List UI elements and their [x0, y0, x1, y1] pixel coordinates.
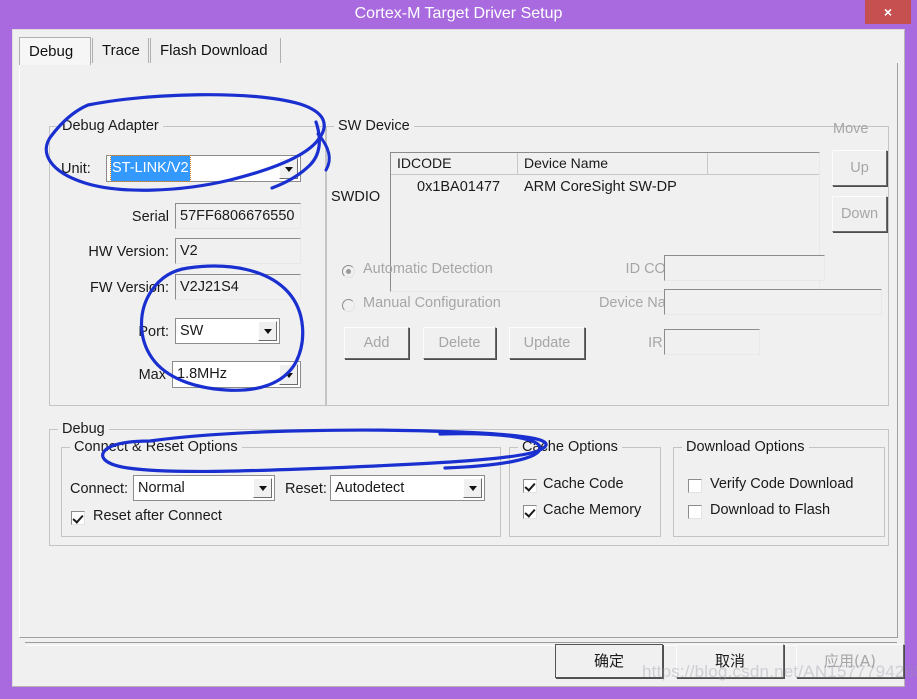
device-name-field[interactable]	[664, 289, 882, 315]
chevron-down-icon[interactable]	[463, 478, 482, 498]
serial-label: Serial	[131, 209, 169, 225]
column-header-idcode[interactable]: IDCODE	[391, 153, 518, 174]
chevron-down-icon[interactable]	[279, 158, 298, 179]
reset-after-connect-checkbox[interactable]	[71, 511, 85, 525]
verify-code-download-checkbox[interactable]	[688, 479, 702, 493]
tab-debug[interactable]: Debug	[19, 37, 91, 65]
dialog-body: Debug Trace Flash Download Debug Adapter…	[12, 29, 905, 687]
download-to-flash-checkbox[interactable]	[688, 505, 702, 519]
fw-version-field: V2J21S4	[175, 274, 301, 300]
close-icon[interactable]: ×	[865, 0, 911, 24]
reset-after-connect-label: Reset after Connect	[93, 508, 222, 524]
chevron-down-icon[interactable]	[279, 364, 298, 385]
reset-value: Autodetect	[335, 480, 405, 496]
cell-idcode: 0x1BA01477	[417, 179, 501, 195]
manual-configuration-label: Manual Configuration	[363, 295, 501, 311]
port-label: Port:	[138, 324, 169, 340]
cache-code-checkbox[interactable]	[523, 479, 537, 493]
move-up-button[interactable]: Up	[832, 150, 887, 186]
listview-header: IDCODE Device Name	[391, 153, 819, 175]
delete-button[interactable]: Delete	[423, 327, 496, 359]
reset-combobox[interactable]: Autodetect	[330, 475, 485, 501]
manual-configuration-radio[interactable]	[342, 299, 355, 312]
fw-version-label: FW Version:	[90, 280, 169, 296]
update-button[interactable]: Update	[509, 327, 585, 359]
table-row[interactable]: 0x1BA01477 ARM CoreSight SW-DP	[391, 176, 819, 198]
hw-version-field: V2	[175, 238, 301, 264]
serial-field: 57FF6806676550	[175, 203, 301, 229]
max-label: Max	[138, 367, 166, 383]
chevron-down-icon[interactable]	[253, 478, 272, 498]
window-titlebar: Cortex-M Target Driver Setup ×	[0, 0, 917, 28]
cache-options-group-title: Cache Options	[518, 439, 622, 455]
move-label: Move	[833, 121, 869, 137]
unit-label: Unit:	[61, 161, 91, 177]
debug-group-title: Debug	[58, 421, 109, 437]
cell-device-name: ARM CoreSight SW-DP	[524, 179, 677, 195]
download-options-group-title: Download Options	[682, 439, 809, 455]
connect-value: Normal	[138, 480, 185, 496]
screenshot-root: Cortex-M Target Driver Setup × Debug Tra…	[0, 0, 917, 699]
cache-memory-label: Cache Memory	[543, 502, 642, 518]
tab-flash-download[interactable]: Flash Download	[150, 38, 281, 64]
swdio-label: SWDIO	[331, 189, 381, 205]
port-value: SW	[180, 323, 204, 339]
sw-device-group-title: SW Device	[334, 118, 414, 134]
connect-combobox[interactable]: Normal	[133, 475, 275, 501]
debug-tab-panel: Debug Adapter Unit: ST-LINK/V2 Serial 57…	[19, 63, 898, 638]
tab-trace[interactable]: Trace	[92, 38, 149, 64]
move-down-button[interactable]: Down	[832, 196, 887, 232]
tab-strip: Debug Trace Flash Download	[19, 37, 899, 65]
watermark-text: https://blog.csdn.net/AN1577794265900	[642, 662, 917, 681]
hw-version-label: HW Version:	[88, 244, 169, 260]
reset-label: Reset:	[285, 481, 327, 497]
download-options-group: Download Options	[673, 439, 885, 537]
ir-len-field[interactable]	[664, 329, 760, 355]
connect-label: Connect:	[70, 481, 129, 497]
automatic-detection-label: Automatic Detection	[363, 261, 493, 277]
column-header-device-name[interactable]: Device Name	[518, 153, 708, 174]
connect-reset-options-group-title: Connect & Reset Options	[70, 439, 242, 455]
column-header-extra[interactable]	[708, 153, 819, 174]
unit-value: ST-LINK/V2	[110, 155, 191, 182]
verify-code-download-label: Verify Code Download	[710, 476, 854, 492]
cache-memory-checkbox[interactable]	[523, 505, 537, 519]
debug-adapter-group-title: Debug Adapter	[58, 118, 163, 134]
max-combobox[interactable]: 1.8MHz	[172, 361, 301, 388]
download-to-flash-label: Download to Flash	[710, 502, 831, 518]
window-title: Cortex-M Target Driver Setup	[354, 5, 563, 22]
chevron-down-icon[interactable]	[258, 321, 277, 341]
unit-combobox[interactable]: ST-LINK/V2	[106, 155, 301, 182]
id-code-field[interactable]	[664, 255, 825, 281]
cache-code-label: Cache Code	[543, 476, 624, 492]
automatic-detection-radio[interactable]	[342, 265, 355, 278]
max-value: 1.8MHz	[177, 366, 227, 382]
port-combobox[interactable]: SW	[175, 318, 280, 344]
add-button[interactable]: Add	[344, 327, 409, 359]
